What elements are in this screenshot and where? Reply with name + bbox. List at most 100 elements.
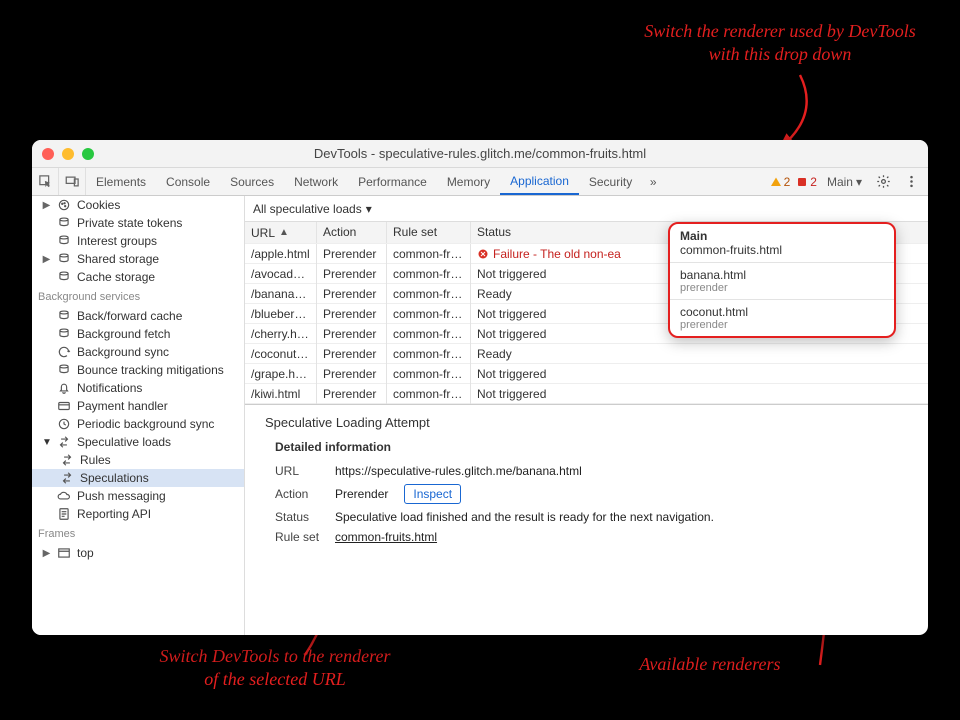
sidebar-item-label: Cache storage [77, 270, 155, 284]
traffic-lights [42, 148, 94, 160]
tab-performance[interactable]: Performance [348, 168, 437, 195]
cell-action: Prerender [317, 264, 387, 284]
sidebar-item-background-sync[interactable]: Background sync [32, 343, 244, 361]
sidebar-item-periodic-background-sync[interactable]: Periodic background sync [32, 415, 244, 433]
swap-icon [57, 435, 71, 449]
inspect-button[interactable]: Inspect [404, 484, 461, 504]
sidebar-item-reporting-api[interactable]: Reporting API [32, 505, 244, 523]
popover-item-renderer[interactable]: coconut.html prerender [670, 299, 894, 336]
warnings-badge[interactable]: 2 [770, 175, 791, 189]
gear-icon[interactable] [872, 174, 894, 189]
errors-count: 2 [810, 175, 817, 189]
tab-sources[interactable]: Sources [220, 168, 284, 195]
sidebar-item-push-messaging[interactable]: Push messaging [32, 487, 244, 505]
chevron-right-icon: ▶ [42, 254, 51, 265]
overflow-tabs-icon[interactable]: » [642, 168, 664, 195]
device-toggle-icon[interactable] [59, 168, 86, 195]
popover-item-renderer[interactable]: banana.html prerender [670, 262, 894, 299]
sidebar-item-cookies[interactable]: ▶Cookies [32, 196, 244, 214]
sidebar-item-speculative-loads[interactable]: ▼ Speculative loads [32, 433, 244, 451]
col-url[interactable]: URL▲ [245, 222, 317, 243]
sidebar: ▶CookiesPrivate state tokensInterest gro… [32, 196, 245, 635]
detail-label-action: Action [275, 487, 325, 501]
sidebar-item-label: Push messaging [77, 489, 166, 503]
details-subheading: Detailed information [275, 440, 912, 454]
cell-url: /kiwi.html [245, 384, 317, 404]
cell-status: Not triggered [471, 384, 928, 404]
errors-badge[interactable]: 2 [796, 175, 817, 189]
popover-item-sub: prerender [680, 282, 884, 294]
cell-status: Not triggered [471, 364, 928, 384]
maximize-icon[interactable] [82, 148, 94, 160]
window-icon [57, 546, 71, 560]
close-icon[interactable] [42, 148, 54, 160]
cell-status: Ready [471, 344, 928, 364]
detail-value-url: https://speculative-rules.glitch.me/bana… [335, 464, 582, 478]
sidebar-icon [57, 270, 71, 284]
details-panel: Speculative Loading Attempt Detailed inf… [245, 404, 928, 635]
sidebar-icon [57, 309, 71, 323]
minimize-icon[interactable] [62, 148, 74, 160]
more-icon[interactable] [900, 174, 922, 189]
sidebar-item-payment-handler[interactable]: Payment handler [32, 397, 244, 415]
cell-action: Prerender [317, 384, 387, 404]
cell-url: /coconut… [245, 344, 317, 364]
col-ruleset[interactable]: Rule set [387, 222, 471, 243]
content-panel: All speculative loads ▾ URL▲ Action Rule… [245, 196, 928, 635]
cell-url: /grape.html [245, 364, 317, 384]
tab-console[interactable]: Console [156, 168, 220, 195]
devtools-window: DevTools - speculative-rules.glitch.me/c… [32, 140, 928, 635]
sidebar-icon [57, 417, 71, 431]
popover-item-sub: common-fruits.html [680, 243, 884, 257]
speculative-loads-filter[interactable]: All speculative loads ▾ [253, 202, 372, 216]
sidebar-item-notifications[interactable]: Notifications [32, 379, 244, 397]
sidebar-item-label: Periodic background sync [77, 417, 214, 431]
sidebar-icon [57, 327, 71, 341]
sidebar-item-label: Background sync [77, 345, 169, 359]
popover-item-main[interactable]: Main common-fruits.html [670, 224, 894, 262]
detail-value-ruleset[interactable]: common-fruits.html [335, 530, 437, 544]
tab-network[interactable]: Network [284, 168, 348, 195]
table-row[interactable]: /grape.htmlPrerendercommon-fr…Not trigge… [245, 364, 928, 384]
tabbar: ElementsConsoleSourcesNetworkPerformance… [32, 168, 928, 196]
details-heading: Speculative Loading Attempt [265, 415, 912, 430]
detail-label-url: URL [275, 464, 325, 478]
sidebar-item-shared-storage[interactable]: ▶ Shared storage [32, 250, 244, 268]
warnings-count: 2 [784, 175, 791, 189]
sidebar-item-label: Shared storage [77, 252, 159, 266]
sidebar-icon [57, 399, 71, 413]
cloud-icon [57, 489, 71, 503]
cell-ruleset: common-fr… [387, 244, 471, 264]
table-row[interactable]: /kiwi.htmlPrerendercommon-fr…Not trigger… [245, 384, 928, 404]
tab-security[interactable]: Security [579, 168, 642, 195]
detail-value-action: Prerender [335, 487, 388, 501]
sort-asc-icon: ▲ [279, 227, 289, 238]
inspect-element-icon[interactable] [32, 168, 59, 195]
sidebar-item-label: Back/forward cache [77, 309, 182, 323]
tab-elements[interactable]: Elements [86, 168, 156, 195]
tab-application[interactable]: Application [500, 168, 579, 195]
chevron-down-icon: ▾ [856, 175, 862, 189]
sidebar-icon [57, 198, 71, 212]
cell-action: Prerender [317, 324, 387, 344]
sidebar-icon [57, 381, 71, 395]
chevron-right-icon: ▶ [42, 548, 51, 559]
sidebar-item-bounce-tracking-mitigations[interactable]: Bounce tracking mitigations [32, 361, 244, 379]
sidebar-item-interest-groups[interactable]: Interest groups [32, 232, 244, 250]
sidebar-item-top-frame[interactable]: ▶ top [32, 544, 244, 562]
sidebar-item-back-forward-cache[interactable]: Back/forward cache [32, 307, 244, 325]
sidebar-item-background-fetch[interactable]: Background fetch [32, 325, 244, 343]
sidebar-item-cache-storage[interactable]: Cache storage [32, 268, 244, 286]
popover-item-title: banana.html [680, 268, 884, 282]
table-row[interactable]: /coconut…Prerendercommon-fr…Ready [245, 344, 928, 364]
renderer-switcher[interactable]: Main ▾ [823, 175, 866, 189]
sidebar-item-private-state-tokens[interactable]: Private state tokens [32, 214, 244, 232]
tab-memory[interactable]: Memory [437, 168, 500, 195]
sidebar-item-speculations[interactable]: Speculations [32, 469, 244, 487]
cell-url: /blueberr… [245, 304, 317, 324]
sidebar-item-label: Background fetch [77, 327, 170, 341]
sidebar-item-rules[interactable]: Rules [32, 451, 244, 469]
col-action[interactable]: Action [317, 222, 387, 243]
sidebar-icon [57, 363, 71, 377]
cell-action: Prerender [317, 344, 387, 364]
